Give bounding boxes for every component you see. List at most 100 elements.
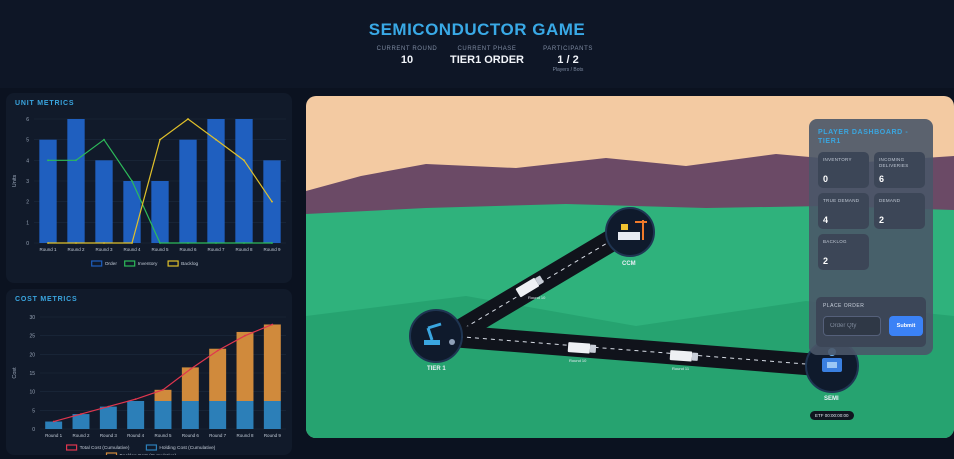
legend-swatch bbox=[91, 260, 103, 267]
truck-label: Round 10 bbox=[569, 358, 587, 363]
cost-metrics-panel: COST METRICS 0 5 10 15 20 25 30 Cost Round 1 Roun… bbox=[6, 289, 292, 455]
x-tick-label: Round 4 bbox=[127, 433, 145, 438]
x-tick-label: Round 5 bbox=[151, 247, 169, 252]
y-tick-label: 2 bbox=[26, 200, 29, 206]
current-phase-stat: CURRENT PHASE TIER1 ORDER bbox=[447, 46, 527, 66]
x-tick-label: Round 3 bbox=[95, 247, 113, 252]
x-tick-label: Round 5 bbox=[154, 433, 172, 438]
bar-backlog bbox=[181, 367, 199, 401]
series-point bbox=[189, 368, 192, 371]
bar-holding bbox=[154, 401, 172, 429]
series-point bbox=[243, 159, 245, 162]
truck-label: Round 10 bbox=[528, 295, 546, 300]
series-point bbox=[159, 242, 161, 244]
bar-holding bbox=[263, 401, 281, 429]
dashboard-title: PLAYER DASHBOARD - TIER1 bbox=[818, 129, 909, 145]
x-tick-label: Round 8 bbox=[236, 433, 254, 438]
legend-swatch bbox=[124, 260, 136, 267]
y-tick-label: 0 bbox=[26, 241, 29, 247]
y-tick-label: 10 bbox=[29, 390, 35, 396]
x-tick-label: Round 2 bbox=[72, 433, 90, 438]
x-tick-label: Round 6 bbox=[179, 247, 197, 252]
bar-order bbox=[67, 119, 85, 243]
legend-swatch bbox=[65, 444, 78, 451]
participants-stat: PARTICIPANTS 1 / 2 Players / Bots bbox=[528, 46, 608, 73]
bar-order bbox=[235, 119, 253, 243]
bar-holding bbox=[99, 406, 117, 429]
series-point bbox=[187, 242, 189, 244]
semi-badge: ETF 00:00:00:00 bbox=[810, 411, 854, 420]
bar-order bbox=[151, 181, 169, 243]
y-tick-label: 3 bbox=[26, 179, 29, 185]
y-axis-label: Cost bbox=[12, 367, 18, 379]
bar-order bbox=[179, 139, 197, 243]
current-phase-label: CURRENT PHASE bbox=[457, 46, 517, 52]
participants-label: PARTICIPANTS bbox=[543, 46, 593, 52]
backlog-label: BACKLOG bbox=[823, 239, 847, 244]
x-tick-label: Round 4 bbox=[123, 247, 141, 252]
series-point bbox=[134, 398, 137, 401]
incoming-deliveries-tile: INCOMING DELIVERIES 6 bbox=[874, 152, 925, 188]
supply-chain-scene: Round 10 Round 10 Round 11 TIER 1 CCM SE… bbox=[306, 96, 954, 438]
semi-label: SEMI bbox=[824, 396, 839, 402]
true-demand-label: TRUE DEMAND bbox=[823, 198, 860, 203]
legend-label: Backlog Cost (Cumulative) bbox=[120, 453, 177, 455]
bar-backlog bbox=[236, 331, 254, 401]
y-axis-label: Units bbox=[12, 174, 18, 187]
series-point bbox=[244, 334, 246, 337]
bar-holding bbox=[209, 401, 227, 429]
x-tick-label: Round 9 bbox=[263, 247, 281, 252]
order-quantity-input[interactable] bbox=[823, 316, 881, 336]
participants-sub: Players / Bots bbox=[552, 67, 584, 73]
y-tick-label: 25 bbox=[29, 334, 35, 340]
series-point bbox=[80, 413, 82, 415]
tier1-node[interactable] bbox=[409, 309, 463, 363]
y-tick-label: 5 bbox=[32, 408, 35, 414]
x-tick-label: Round 1 bbox=[45, 433, 63, 438]
series-point bbox=[103, 242, 105, 244]
legend-swatch bbox=[105, 452, 118, 455]
legend-label: Inventory bbox=[138, 261, 158, 267]
y-tick-label: 4 bbox=[26, 158, 29, 164]
legend-swatch bbox=[145, 444, 157, 451]
series-point bbox=[75, 242, 77, 244]
incoming-deliveries-value: 6 bbox=[879, 174, 885, 184]
bar-order bbox=[39, 139, 57, 243]
y-tick-label: 20 bbox=[29, 352, 35, 358]
bar-order bbox=[207, 119, 225, 243]
bar-backlog bbox=[209, 348, 227, 401]
series-point bbox=[187, 118, 189, 120]
series-point bbox=[216, 349, 219, 352]
true-demand-tile: TRUE DEMAND 4 bbox=[818, 193, 869, 229]
x-tick-label: Round 9 bbox=[264, 433, 282, 438]
bar-order bbox=[95, 160, 113, 243]
current-round-label: CURRENT ROUND bbox=[376, 46, 438, 52]
demand-tile: DEMAND 2 bbox=[874, 193, 925, 229]
legend-swatch bbox=[167, 260, 179, 267]
legend-label: Backlog bbox=[181, 261, 198, 267]
bar-holding bbox=[236, 401, 254, 429]
game-title: SEMICONDUCTOR GAME bbox=[368, 20, 586, 39]
series-point bbox=[271, 242, 273, 244]
inventory-value: 0 bbox=[823, 174, 829, 184]
x-tick-label: Round 8 bbox=[235, 247, 253, 252]
x-tick-label: Round 1 bbox=[39, 247, 57, 252]
series-point bbox=[271, 200, 273, 203]
place-order-title: PLACE ORDER bbox=[823, 303, 865, 309]
player-dashboard: PLAYER DASHBOARD - TIER1 INVENTORY 0 INC… bbox=[809, 119, 933, 355]
series-point bbox=[131, 242, 133, 244]
true-demand-value: 4 bbox=[823, 215, 829, 225]
demand-value: 2 bbox=[879, 215, 885, 225]
place-order-box: PLACE ORDER Submit bbox=[816, 297, 926, 347]
legend-label: Total Cost (Cumulative) bbox=[80, 445, 130, 451]
series-point bbox=[215, 138, 217, 141]
series-point bbox=[47, 242, 49, 244]
current-round-value: 10 bbox=[400, 54, 414, 66]
series-point bbox=[103, 138, 105, 141]
ccm-label: CCM bbox=[622, 261, 636, 267]
cost-metrics-chart: 0 5 10 15 20 25 30 Cost Round 1 Round 2 Round 3 Rou… bbox=[12, 315, 286, 455]
backlog-value: 2 bbox=[823, 256, 829, 266]
bar-holding bbox=[127, 401, 145, 429]
submit-order-button[interactable]: Submit bbox=[889, 316, 923, 336]
bar-holding bbox=[45, 421, 63, 429]
